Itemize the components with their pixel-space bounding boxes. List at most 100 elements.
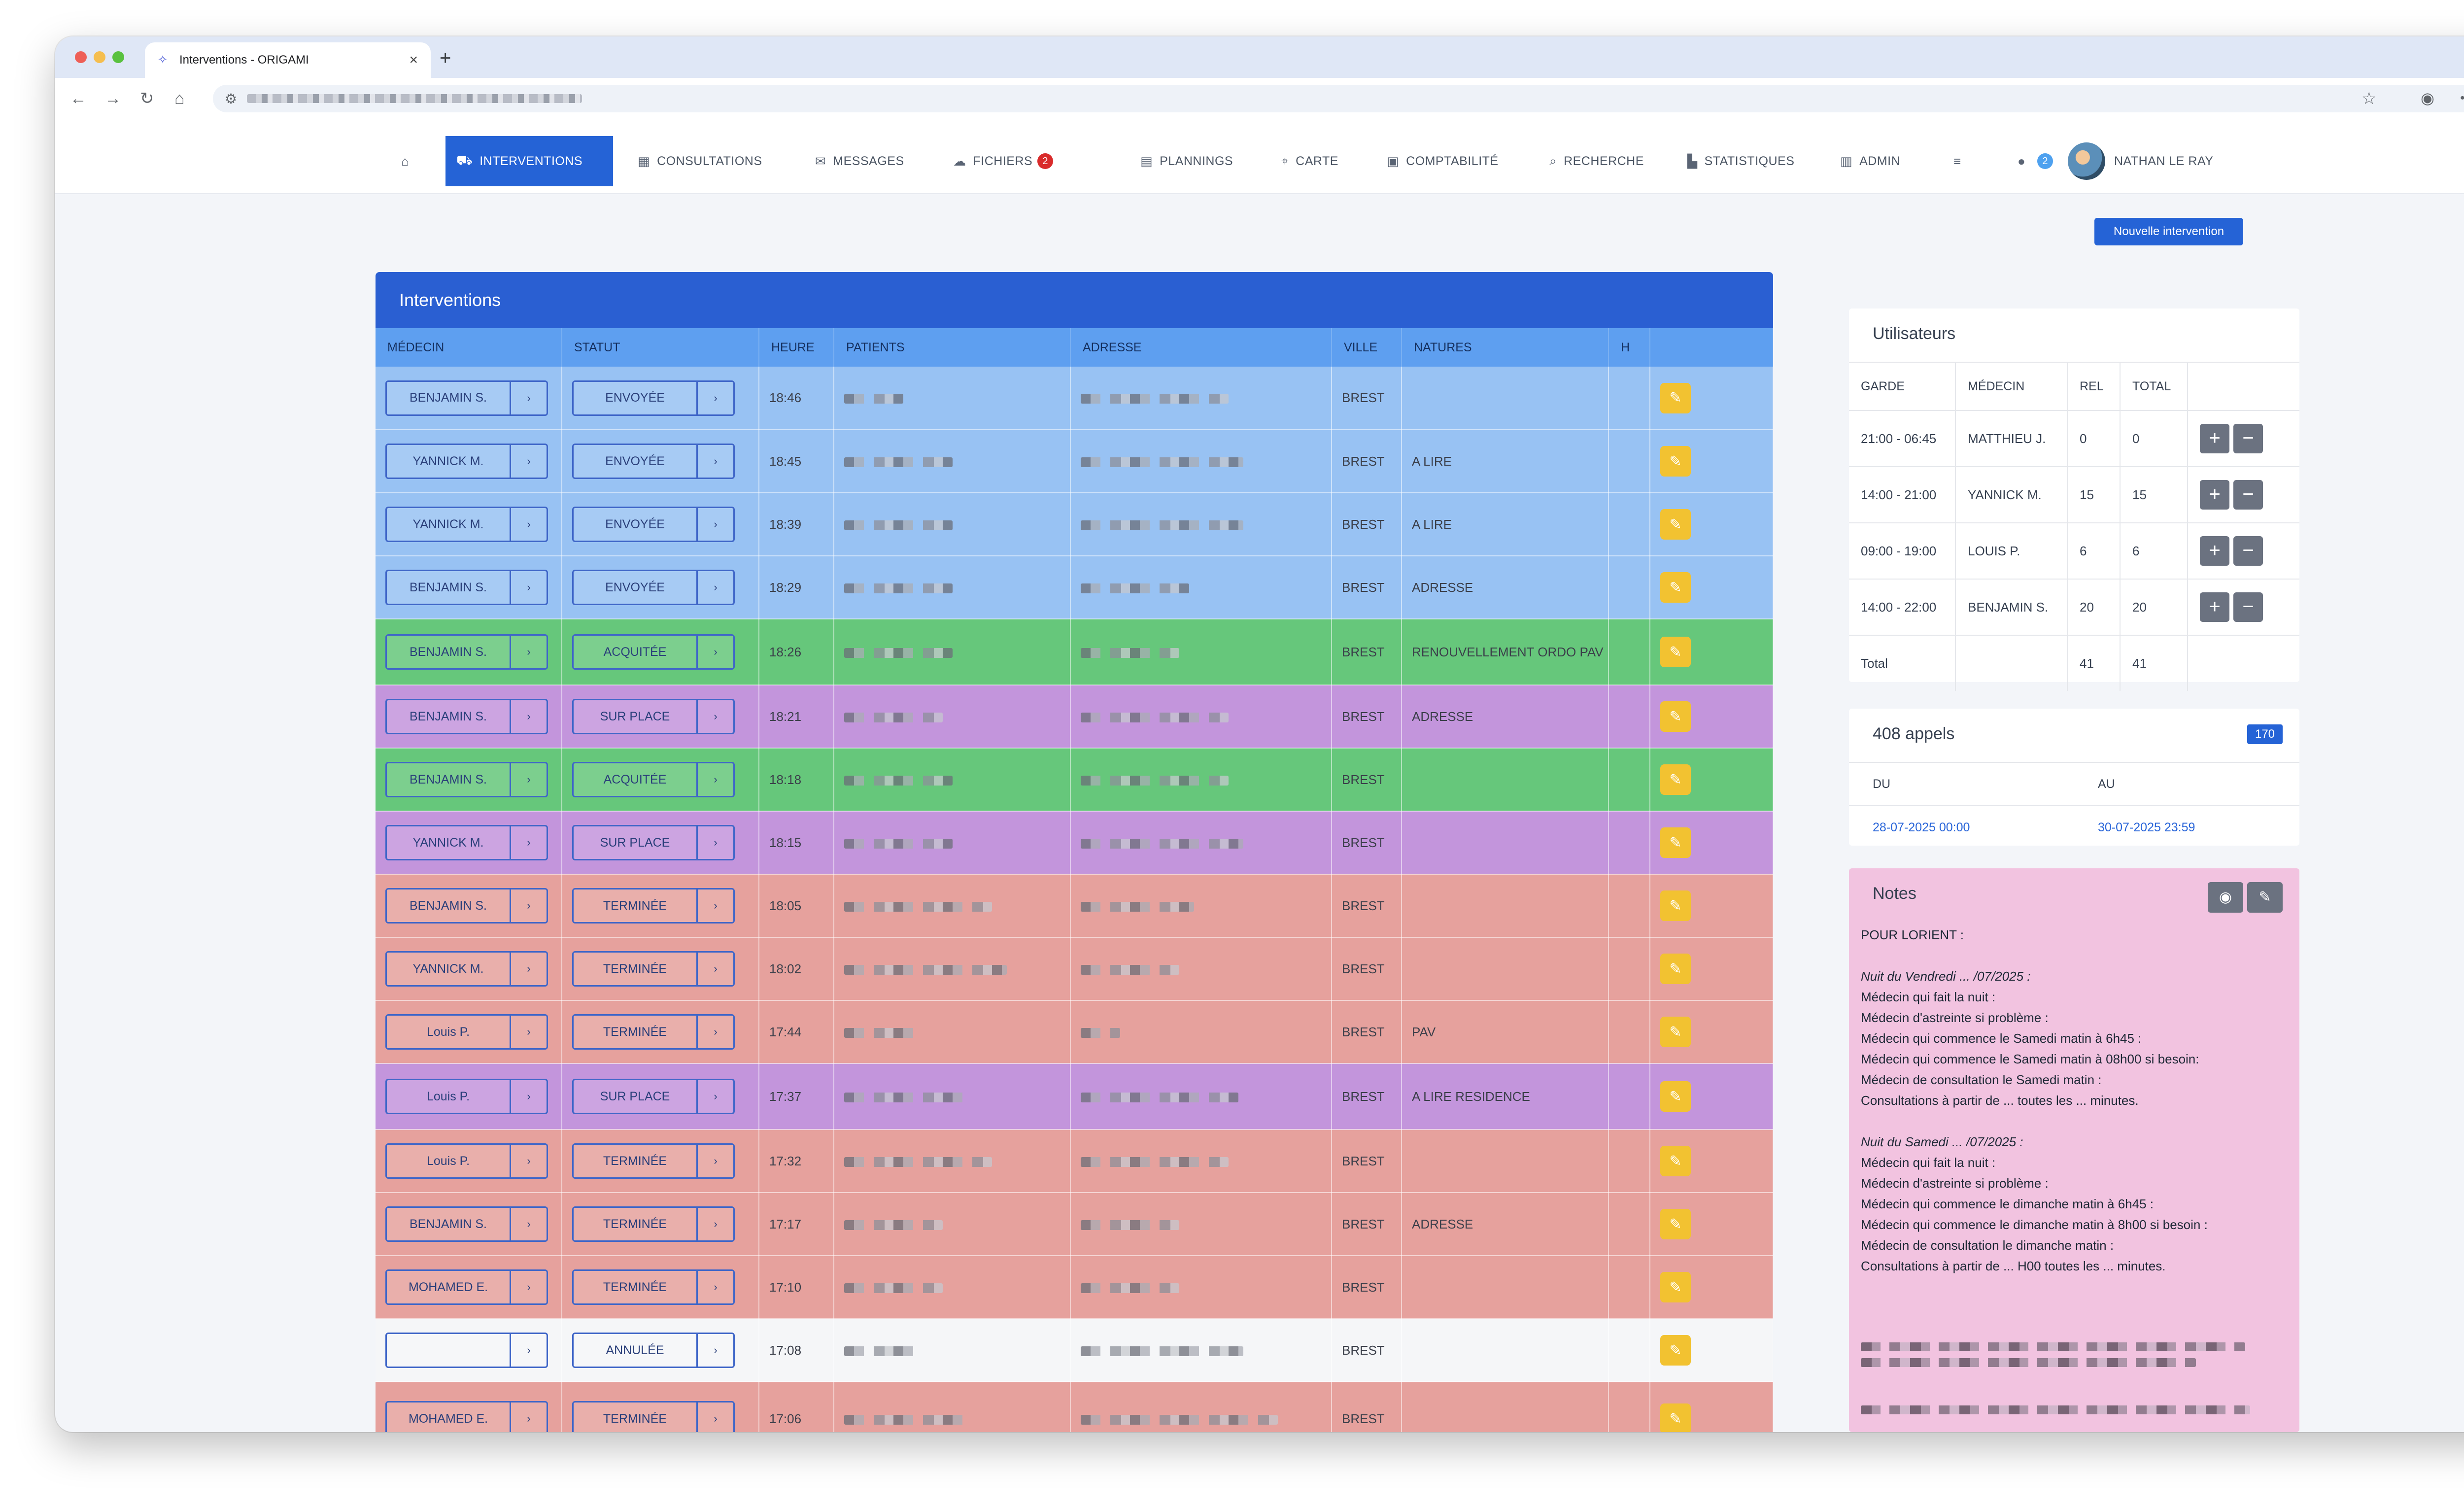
- chevron-right-icon[interactable]: ›: [510, 381, 547, 414]
- nav-consultations[interactable]: ▦ CONSULTATIONS: [627, 136, 773, 186]
- table-row[interactable]: MOHAMED E. › TERMINÉE › 17:10 BREST ✎: [376, 1256, 1773, 1319]
- edit-pencil-icon[interactable]: ✎: [1660, 1335, 1691, 1366]
- home-browser-icon[interactable]: ⌂: [174, 89, 185, 108]
- edit-pencil-icon[interactable]: ✎: [1660, 509, 1691, 540]
- edit-pencil-icon[interactable]: ✎: [1660, 701, 1691, 732]
- chevron-right-icon[interactable]: ›: [696, 381, 733, 414]
- edit-pencil-icon[interactable]: ✎: [1660, 827, 1691, 858]
- medecin-select[interactable]: BENJAMIN S. ›: [385, 634, 548, 670]
- medecin-select[interactable]: MOHAMED E. ›: [385, 1269, 548, 1305]
- site-info-icon[interactable]: ⚙: [225, 91, 237, 107]
- edit-pencil-icon[interactable]: ✎: [1660, 572, 1691, 603]
- chevron-right-icon[interactable]: ›: [510, 1334, 547, 1367]
- table-row[interactable]: YANNICK M. › ENVOYÉE › 18:45 BREST A LIRE ✎: [376, 430, 1773, 493]
- statut-select[interactable]: SUR PLACE ›: [572, 699, 735, 734]
- new-tab-button[interactable]: +: [440, 47, 451, 69]
- statut-select[interactable]: SUR PLACE ›: [572, 1079, 735, 1114]
- nav-users[interactable]: ● 2: [2007, 136, 2064, 186]
- medecin-select[interactable]: BENJAMIN S. ›: [385, 888, 548, 924]
- medecin-select[interactable]: ›: [385, 1333, 548, 1368]
- col-statut[interactable]: STATUT: [562, 328, 759, 367]
- chevron-right-icon[interactable]: ›: [510, 445, 547, 478]
- table-row[interactable]: Louis P. › TERMINÉE › 17:32 BREST ✎: [376, 1129, 1773, 1193]
- statut-select[interactable]: TERMINÉE ›: [572, 888, 735, 924]
- chevron-right-icon[interactable]: ›: [696, 953, 733, 985]
- table-row[interactable]: › ANNULÉE › 17:08 BREST ✎: [376, 1319, 1773, 1382]
- chevron-right-icon[interactable]: ›: [510, 1208, 547, 1240]
- chevron-right-icon[interactable]: ›: [696, 636, 733, 668]
- plus-icon[interactable]: +: [2200, 424, 2229, 453]
- close-tab-icon[interactable]: ×: [409, 52, 418, 68]
- au-value[interactable]: 30-07-2025 23:59: [2074, 821, 2299, 835]
- plus-icon[interactable]: +: [2200, 592, 2229, 622]
- back-icon[interactable]: ←: [70, 89, 87, 108]
- table-row[interactable]: BENJAMIN S. › SUR PLACE › 18:21 BREST ADRESSE ✎: [376, 685, 1773, 749]
- medecin-select[interactable]: MOHAMED E. ›: [385, 1401, 548, 1432]
- table-row[interactable]: YANNICK M. › SUR PLACE › 18:15 BREST ✎: [376, 811, 1773, 875]
- minus-icon[interactable]: −: [2233, 592, 2263, 622]
- edit-pencil-icon[interactable]: ✎: [1660, 954, 1691, 984]
- chevron-right-icon[interactable]: ›: [696, 1145, 733, 1177]
- edit-pencil-icon[interactable]: ✎: [1660, 1272, 1691, 1302]
- nav-interventions[interactable]: ⛟ INTERVENTIONS: [445, 136, 613, 186]
- nav-comptabilite[interactable]: ▣ COMPTABILITÉ: [1376, 136, 1509, 186]
- col-ville[interactable]: VILLE: [1332, 328, 1402, 367]
- chevron-right-icon[interactable]: ›: [510, 1402, 547, 1432]
- table-row[interactable]: YANNICK M. › TERMINÉE › 18:02 BREST ✎: [376, 937, 1773, 1001]
- medecin-select[interactable]: BENJAMIN S. ›: [385, 380, 548, 416]
- nav-messages[interactable]: ✉ MESSAGES: [804, 136, 915, 186]
- chevron-right-icon[interactable]: ›: [696, 1334, 733, 1367]
- edit-pencil-icon[interactable]: ✎: [1660, 1081, 1691, 1112]
- zoom-window-button[interactable]: [112, 51, 124, 63]
- chevron-right-icon[interactable]: ›: [696, 1016, 733, 1048]
- plus-icon[interactable]: +: [2200, 480, 2229, 510]
- plus-icon[interactable]: +: [2200, 536, 2229, 566]
- chevron-right-icon[interactable]: ›: [696, 445, 733, 478]
- forward-icon[interactable]: →: [104, 89, 121, 108]
- minus-icon[interactable]: −: [2233, 480, 2263, 510]
- chevron-right-icon[interactable]: ›: [510, 826, 547, 859]
- table-row[interactable]: BENJAMIN S. › TERMINÉE › 18:05 BREST ✎: [376, 874, 1773, 938]
- edit-pencil-icon[interactable]: ✎: [1660, 1403, 1691, 1432]
- edit-pencil-icon[interactable]: ✎: [1660, 382, 1691, 413]
- new-intervention-button[interactable]: Nouvelle intervention: [2094, 218, 2243, 245]
- table-row[interactable]: BENJAMIN S. › TERMINÉE › 17:17 BREST ADRESSE ✎: [376, 1193, 1773, 1256]
- notes-content[interactable]: POUR LORIENT : Nuit du Vendredi ... /07/2…: [1849, 922, 2299, 1414]
- table-row[interactable]: BENJAMIN S. › ACQUITÉE › 18:18 BREST ✎: [376, 748, 1773, 812]
- chevron-right-icon[interactable]: ›: [696, 1208, 733, 1240]
- chevron-right-icon[interactable]: ›: [510, 571, 547, 604]
- chevron-right-icon[interactable]: ›: [510, 1080, 547, 1113]
- chevron-right-icon[interactable]: ›: [510, 508, 547, 541]
- col-patients[interactable]: PATIENTS: [834, 328, 1071, 367]
- edit-pencil-icon[interactable]: ✎: [1660, 890, 1691, 921]
- statut-select[interactable]: TERMINÉE ›: [572, 1143, 735, 1179]
- chevron-right-icon[interactable]: ›: [510, 953, 547, 985]
- edit-pencil-icon[interactable]: ✎: [1660, 446, 1691, 477]
- close-window-button[interactable]: [75, 51, 87, 63]
- chevron-right-icon[interactable]: ›: [696, 889, 733, 922]
- statut-select[interactable]: ENVOYÉE ›: [572, 570, 735, 605]
- statut-select[interactable]: TERMINÉE ›: [572, 1206, 735, 1242]
- bookmark-star-icon[interactable]: ☆: [2361, 89, 2376, 108]
- table-row[interactable]: Louis P. › SUR PLACE › 17:37 BREST A LIRE RESI…: [376, 1063, 1773, 1130]
- table-row[interactable]: Louis P. › TERMINÉE › 17:44 BREST PAV ✎: [376, 1000, 1773, 1064]
- table-row[interactable]: MOHAMED E. › TERMINÉE › 17:06 BREST ✎: [376, 1382, 1773, 1432]
- medecin-select[interactable]: Louis P. ›: [385, 1079, 548, 1114]
- statut-select[interactable]: ANNULÉE ›: [572, 1333, 735, 1368]
- extensions-icon[interactable]: ✣: [2460, 89, 2464, 107]
- statut-select[interactable]: SUR PLACE ›: [572, 825, 735, 860]
- chevron-right-icon[interactable]: ›: [510, 1271, 547, 1303]
- chevron-right-icon[interactable]: ›: [696, 763, 733, 796]
- du-value[interactable]: 28-07-2025 00:00: [1849, 821, 2074, 835]
- medecin-select[interactable]: YANNICK M. ›: [385, 507, 548, 542]
- chevron-right-icon[interactable]: ›: [696, 1271, 733, 1303]
- password-manager-icon[interactable]: ◉: [2421, 89, 2434, 107]
- statut-select[interactable]: TERMINÉE ›: [572, 951, 735, 987]
- nav-home[interactable]: ⌂: [390, 136, 427, 186]
- nav-fichiers[interactable]: ☁ FICHIERS 2: [942, 136, 1064, 186]
- statut-select[interactable]: ENVOYÉE ›: [572, 507, 735, 542]
- medecin-select[interactable]: Louis P. ›: [385, 1143, 548, 1179]
- chevron-right-icon[interactable]: ›: [696, 571, 733, 604]
- edit-pencil-icon[interactable]: ✎: [1660, 637, 1691, 667]
- nav-profile[interactable]: NATHAN LE RAY: [2057, 136, 2224, 186]
